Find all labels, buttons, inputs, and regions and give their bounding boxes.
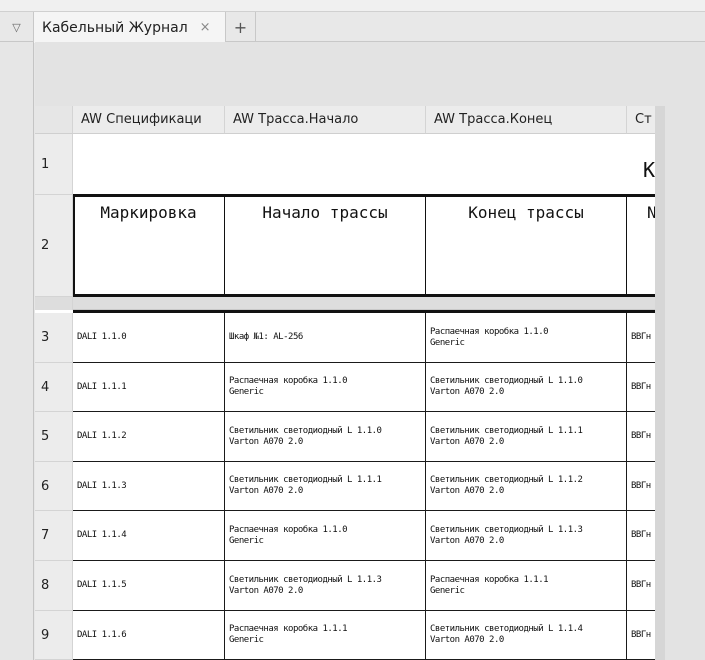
cell-route-end[interactable]: Светильник светодиодный L 1.1.4 Varton A0… — [426, 611, 627, 660]
cell-text: DALI 1.1.3 — [77, 480, 127, 491]
schedule-grid: AW Спецификаци AW Трасса.Начало AW Трасс… — [35, 106, 705, 660]
cell-text-line: Varton A070 2.0 — [430, 535, 504, 546]
header-separator — [73, 297, 663, 310]
column-header-route-start[interactable]: AW Трасса.Начало — [225, 106, 426, 134]
cell-route-start[interactable]: Светильник светодиодный L 1.1.0 Varton A0… — [225, 412, 426, 462]
cell-route-end[interactable]: Светильник светодиодный L 1.1.0 Varton A0… — [426, 363, 627, 412]
cell-text-line: Распаечная коробка 1.1.1 — [229, 624, 348, 634]
cell-text-line: Varton A070 2.0 — [430, 635, 504, 645]
cell-text-line: Varton A070 2.0 — [430, 387, 504, 397]
cell-route-start[interactable]: Распаечная коробка 1.1.0 Generic — [225, 363, 426, 412]
cell-marking[interactable]: DALI 1.1.0 — [73, 313, 225, 363]
cell-marking[interactable]: DALI 1.1.3 — [73, 462, 225, 511]
cell-text-line: Шкаф №1: AL-256 — [229, 332, 303, 342]
header-cell-route-start[interactable]: Начало трассы — [225, 195, 426, 296]
cell-marking[interactable]: DALI 1.1.5 — [73, 561, 225, 611]
cell-text-line: Generic — [229, 535, 264, 546]
cell-route-start[interactable]: Шкаф №1: AL-256 — [225, 313, 426, 363]
cell-text-line: Generic — [430, 585, 465, 596]
cell-route-end[interactable]: Светильник светодиодный L 1.1.1 Varton A0… — [426, 412, 627, 462]
cell-text-line: Varton A070 2.0 — [430, 436, 504, 447]
header-cell-marking[interactable]: Маркировка — [73, 195, 225, 296]
left-panel-strip — [0, 42, 34, 660]
cell-text: DALI 1.1.5 — [77, 580, 127, 590]
cell-route-end[interactable]: Светильник светодиодный L 1.1.2 Varton A0… — [426, 462, 627, 511]
tab-cable-journal[interactable]: Кабельный Журнал × — [34, 12, 226, 43]
cell-text-line: Generic — [229, 635, 264, 645]
cell-text: DALI 1.1.1 — [77, 381, 127, 392]
cell-text-line: Светильник светодиодный L 1.1.4 — [430, 624, 583, 634]
cell-text: DALI 1.1.6 — [77, 629, 127, 640]
cell-route-end[interactable]: Светильник светодиодный L 1.1.3 Varton A0… — [426, 511, 627, 561]
header-cell-route-end[interactable]: Конец трассы — [426, 195, 627, 296]
tab-bar: ▽ Кабельный Журнал × + — [0, 12, 705, 43]
header-bottom-border — [73, 294, 663, 297]
cell-text-line: Светильник светодиодный L 1.1.2 — [430, 475, 583, 485]
cell-text: DALI 1.1.2 — [77, 431, 127, 441]
header-left-border — [73, 195, 75, 296]
cell-text-line: Varton A070 2.0 — [229, 486, 303, 496]
cell-route-start[interactable]: Светильник светодиодный L 1.1.1 Varton A0… — [225, 462, 426, 511]
row-header-6[interactable]: 6 — [35, 462, 73, 511]
cell-marking[interactable]: DALI 1.1.2 — [73, 412, 225, 462]
row-header-1[interactable]: 1 — [35, 134, 73, 195]
row-header-9[interactable]: 9 — [35, 611, 73, 660]
scroll-edge — [655, 106, 665, 660]
cell-text-line: Generic — [430, 337, 465, 348]
tab-list-dropdown-icon[interactable]: ▽ — [0, 12, 34, 42]
cell-text-line: Светильник светодиодный L 1.1.1 — [430, 425, 583, 436]
cell-text-line: Generic — [229, 387, 264, 397]
cell-text-line: Светильник светодиодный L 1.1.3 — [229, 574, 382, 585]
cell-route-start[interactable]: Светильник светодиодный L 1.1.3 Varton A0… — [225, 561, 426, 611]
window-top-strip — [0, 0, 705, 12]
row-header-3[interactable]: 3 — [35, 313, 73, 363]
column-header-spec[interactable]: AW Спецификаци — [73, 106, 225, 134]
cell-text-line: Распаечная коробка 1.1.0 — [430, 326, 549, 337]
row-header-7[interactable]: 7 — [35, 511, 73, 561]
cell-text-line: Распаечная коробка 1.1.1 — [430, 574, 549, 585]
cell-text-line: Светильник светодиодный L 1.1.3 — [430, 524, 583, 535]
cell-text-line: Varton A070 2.0 — [229, 585, 303, 596]
schedule-workspace: AW Спецификаци AW Трасса.Начало AW Трасс… — [35, 42, 705, 660]
column-header-route-end[interactable]: AW Трасса.Конец — [426, 106, 627, 134]
cell-text-line: Varton A070 2.0 — [430, 486, 504, 496]
cell-route-start[interactable]: Распаечная коробка 1.1.0 Generic — [225, 511, 426, 561]
tab-title: Кабельный Журнал — [42, 19, 188, 36]
separator-row-header — [35, 297, 73, 310]
header-top-border — [73, 194, 663, 197]
cell-route-end[interactable]: Распаечная коробка 1.1.1 Generic — [426, 561, 627, 611]
cell-text-line: Распаечная коробка 1.1.0 — [229, 524, 348, 535]
row-header-4[interactable]: 4 — [35, 363, 73, 412]
cell-text-line: Распаечная коробка 1.1.0 — [229, 376, 348, 386]
cell-text-line: Светильник светодиодный L 1.1.0 — [430, 376, 583, 386]
cell-text-line: Светильник светодиодный L 1.1.0 — [229, 425, 382, 436]
add-tab-icon[interactable]: + — [226, 12, 256, 42]
close-icon[interactable]: × — [200, 20, 211, 35]
workspace-right-margin — [665, 106, 705, 660]
cell-route-start[interactable]: Распаечная коробка 1.1.1 Generic — [225, 611, 426, 660]
row-header-2[interactable]: 2 — [35, 195, 73, 297]
cell-marking[interactable]: DALI 1.1.6 — [73, 611, 225, 660]
cell-text-line: Varton A070 2.0 — [229, 436, 303, 447]
row-header-5[interactable]: 5 — [35, 412, 73, 462]
cell-text: DALI 1.1.0 — [77, 332, 127, 342]
row-header-8[interactable]: 8 — [35, 561, 73, 611]
grid-corner[interactable] — [35, 106, 73, 134]
schedule-title-text: К — [643, 158, 656, 182]
cell-text: DALI 1.1.4 — [77, 530, 127, 540]
cell-marking[interactable]: DALI 1.1.1 — [73, 363, 225, 412]
cell-text-line: Светильник светодиодный L 1.1.1 — [229, 475, 382, 485]
cell-marking[interactable]: DALI 1.1.4 — [73, 511, 225, 561]
cell-route-end[interactable]: Распаечная коробка 1.1.0 Generic — [426, 313, 627, 363]
